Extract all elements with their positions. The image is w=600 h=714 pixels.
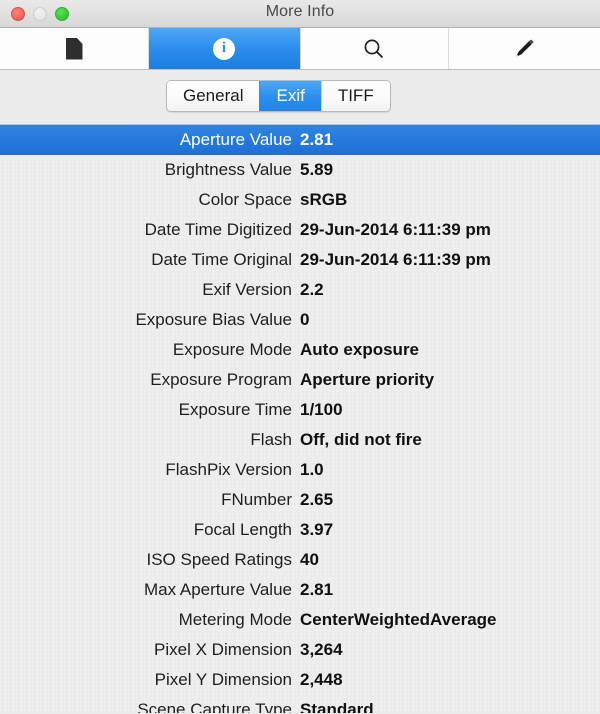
metadata-label: Flash bbox=[0, 430, 300, 450]
metadata-value: Standard bbox=[300, 700, 600, 713]
title-bar: More Info bbox=[0, 0, 600, 28]
segment-exif[interactable]: Exif bbox=[259, 81, 320, 111]
metadata-row[interactable]: Date Time Original29-Jun-2014 6:11:39 pm bbox=[0, 245, 600, 275]
metadata-value: 40 bbox=[300, 550, 600, 570]
segmented-control: General Exif TIFF bbox=[166, 80, 391, 112]
metadata-value: 2.2 bbox=[300, 280, 600, 300]
metadata-row[interactable]: ISO Speed Ratings40 bbox=[0, 545, 600, 575]
metadata-row[interactable]: FlashOff, did not fire bbox=[0, 425, 600, 455]
metadata-list[interactable]: Aperture Value2.81Brightness Value5.89Co… bbox=[0, 125, 600, 713]
metadata-label: Exposure Bias Value bbox=[0, 310, 300, 330]
metadata-row[interactable]: Pixel Y Dimension2,448 bbox=[0, 665, 600, 695]
metadata-label: Exposure Time bbox=[0, 400, 300, 420]
metadata-row[interactable]: FNumber2.65 bbox=[0, 485, 600, 515]
metadata-row[interactable]: Scene Capture TypeStandard bbox=[0, 695, 600, 713]
metadata-value: 2.81 bbox=[300, 580, 600, 600]
info-icon: i bbox=[213, 38, 235, 60]
toolbar-tab-search[interactable] bbox=[300, 28, 448, 69]
metadata-value: 29-Jun-2014 6:11:39 pm bbox=[300, 220, 600, 240]
metadata-label: Exposure Mode bbox=[0, 340, 300, 360]
metadata-row[interactable]: Exposure Time1/100 bbox=[0, 395, 600, 425]
metadata-row[interactable]: Exposure ProgramAperture priority bbox=[0, 365, 600, 395]
metadata-row[interactable]: Metering ModeCenterWeightedAverage bbox=[0, 605, 600, 635]
metadata-label: Max Aperture Value bbox=[0, 580, 300, 600]
metadata-value: 1/100 bbox=[300, 400, 600, 420]
toolbar-tab-info[interactable]: i bbox=[148, 28, 300, 69]
metadata-label: Exposure Program bbox=[0, 370, 300, 390]
metadata-row[interactable]: Pixel X Dimension3,264 bbox=[0, 635, 600, 665]
segment-tiff[interactable]: TIFF bbox=[321, 81, 390, 111]
metadata-row[interactable]: Aperture Value2.81 bbox=[0, 125, 600, 155]
metadata-value: 1.0 bbox=[300, 460, 600, 480]
metadata-row[interactable]: Exif Version2.2 bbox=[0, 275, 600, 305]
metadata-row[interactable]: Focal Length3.97 bbox=[0, 515, 600, 545]
metadata-value: 2,448 bbox=[300, 670, 600, 690]
pencil-icon bbox=[512, 37, 536, 61]
toolbar: i bbox=[0, 28, 600, 70]
metadata-label: ISO Speed Ratings bbox=[0, 550, 300, 570]
metadata-label: Metering Mode bbox=[0, 610, 300, 630]
metadata-label: Date Time Digitized bbox=[0, 220, 300, 240]
metadata-label: Aperture Value bbox=[0, 130, 300, 150]
metadata-label: FlashPix Version bbox=[0, 460, 300, 480]
metadata-row[interactable]: Date Time Digitized29-Jun-2014 6:11:39 p… bbox=[0, 215, 600, 245]
metadata-label: Focal Length bbox=[0, 520, 300, 540]
metadata-value: Aperture priority bbox=[300, 370, 600, 390]
metadata-label: FNumber bbox=[0, 490, 300, 510]
metadata-value: CenterWeightedAverage bbox=[300, 610, 600, 630]
window-title: More Info bbox=[0, 3, 600, 21]
toolbar-tab-edit[interactable] bbox=[448, 28, 600, 69]
metadata-value: Auto exposure bbox=[300, 340, 600, 360]
more-info-window: More Info i G bbox=[0, 0, 600, 714]
search-icon bbox=[362, 37, 386, 61]
metadata-label: Pixel Y Dimension bbox=[0, 670, 300, 690]
metadata-label: Scene Capture Type bbox=[0, 700, 300, 713]
segmented-control-bar: General Exif TIFF bbox=[0, 70, 600, 125]
metadata-value: 3.97 bbox=[300, 520, 600, 540]
metadata-value: 29-Jun-2014 6:11:39 pm bbox=[300, 250, 600, 270]
metadata-value: Off, did not fire bbox=[300, 430, 600, 450]
metadata-row[interactable]: Max Aperture Value2.81 bbox=[0, 575, 600, 605]
metadata-row[interactable]: Exposure Bias Value0 bbox=[0, 305, 600, 335]
metadata-value: 5.89 bbox=[300, 160, 600, 180]
metadata-value: 2.65 bbox=[300, 490, 600, 510]
toolbar-tab-document[interactable] bbox=[0, 28, 148, 69]
metadata-label: Brightness Value bbox=[0, 160, 300, 180]
segment-general[interactable]: General bbox=[167, 81, 259, 111]
metadata-label: Pixel X Dimension bbox=[0, 640, 300, 660]
metadata-value: 0 bbox=[300, 310, 600, 330]
metadata-label: Exif Version bbox=[0, 280, 300, 300]
metadata-value: 2.81 bbox=[300, 130, 600, 150]
metadata-row[interactable]: FlashPix Version1.0 bbox=[0, 455, 600, 485]
metadata-row[interactable]: Color SpacesRGB bbox=[0, 185, 600, 215]
metadata-value: sRGB bbox=[300, 190, 600, 210]
document-icon bbox=[66, 38, 83, 60]
metadata-label: Date Time Original bbox=[0, 250, 300, 270]
metadata-row[interactable]: Exposure ModeAuto exposure bbox=[0, 335, 600, 365]
metadata-row[interactable]: Brightness Value5.89 bbox=[0, 155, 600, 185]
metadata-label: Color Space bbox=[0, 190, 300, 210]
metadata-value: 3,264 bbox=[300, 640, 600, 660]
